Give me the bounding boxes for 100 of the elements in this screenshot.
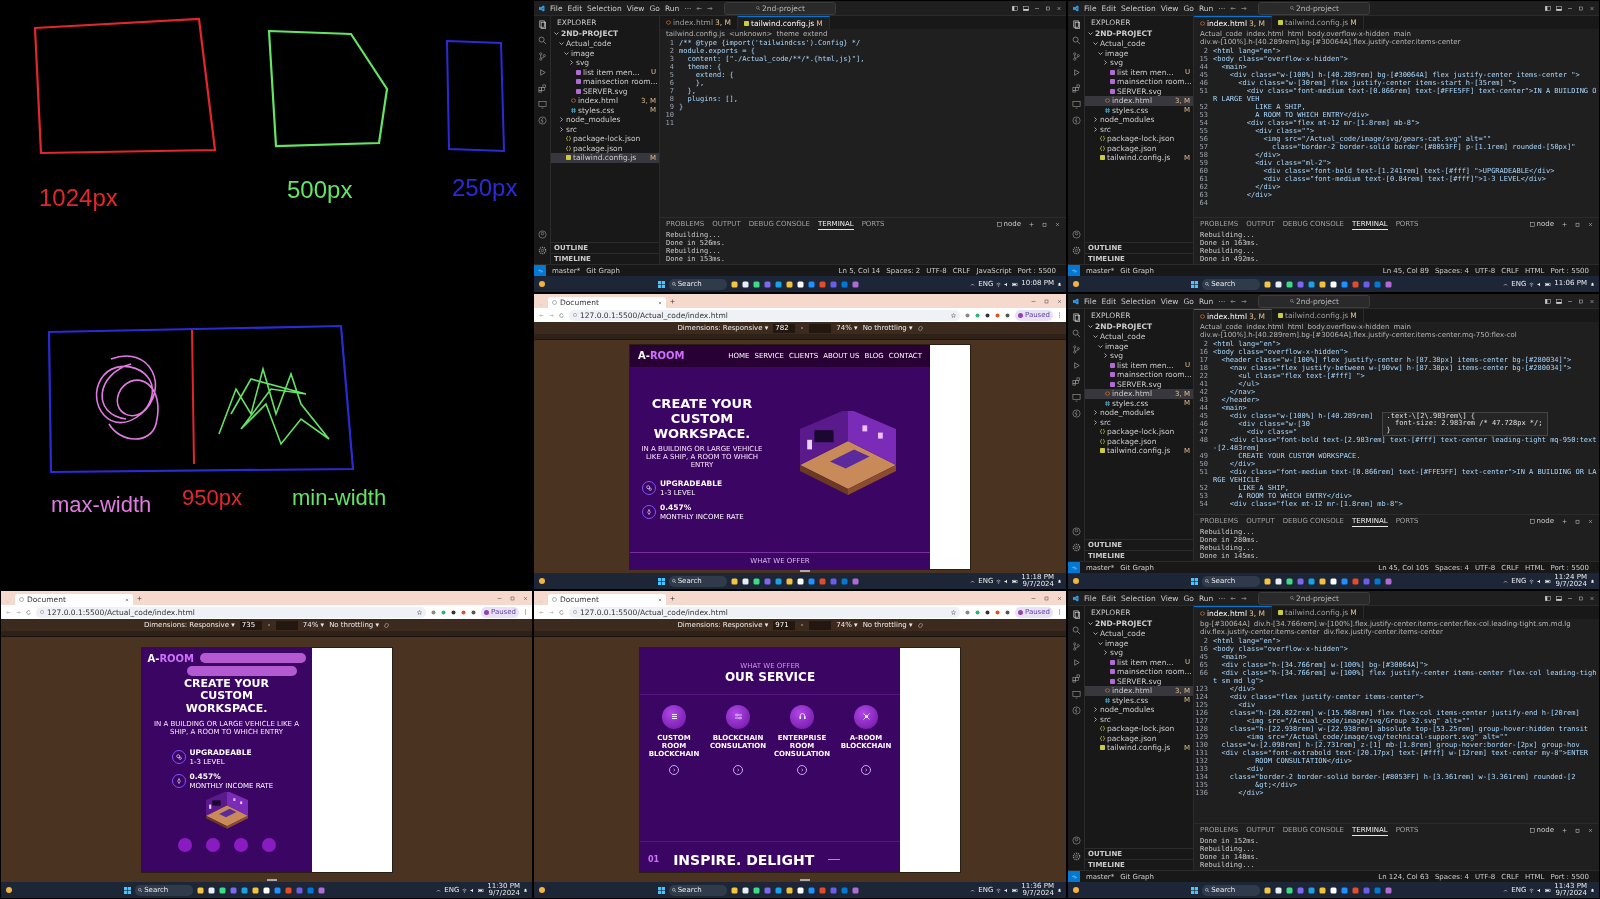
chevron-icon[interactable]	[1093, 334, 1098, 340]
minimize-icon[interactable]	[1567, 298, 1573, 304]
chevron-icon[interactable]	[1093, 707, 1098, 713]
new-tab-icon[interactable]	[137, 595, 142, 601]
bell-icon[interactable]	[1590, 281, 1595, 287]
windows-icon[interactable]	[1191, 577, 1199, 585]
chevron-up-icon[interactable]	[970, 281, 976, 287]
chevron-icon[interactable]	[564, 50, 569, 56]
chevron-icon[interactable]	[1103, 60, 1108, 66]
chevron-up-icon[interactable]	[970, 578, 976, 584]
search-icon[interactable]	[1071, 329, 1081, 338]
chevron-icon[interactable]	[1088, 621, 1093, 626]
chevron-icon[interactable]	[1098, 343, 1103, 349]
height-field[interactable]	[275, 620, 298, 630]
resize-handle[interactable]	[266, 879, 277, 881]
forward-arrow-icon[interactable]	[1241, 5, 1248, 11]
lightning-icon[interactable]	[1071, 706, 1081, 715]
close-icon[interactable]	[523, 595, 528, 601]
layout-icon[interactable]	[1012, 5, 1018, 11]
source-control-icon[interactable]	[1071, 345, 1081, 354]
star-icon[interactable]	[950, 609, 956, 615]
chevron-icon[interactable]	[559, 126, 564, 132]
chevron-up-icon[interactable]	[436, 887, 442, 893]
bell-icon[interactable]	[1057, 281, 1062, 287]
monitor-icon[interactable]	[1071, 393, 1081, 402]
bell-icon[interactable]	[1590, 578, 1595, 584]
extensions-icon[interactable]	[1071, 84, 1081, 93]
forward-arrow-icon[interactable]	[707, 5, 714, 11]
new-tab-icon[interactable]	[670, 298, 675, 304]
trash-icon[interactable]	[1042, 221, 1047, 227]
resize-handle[interactable]	[800, 879, 810, 881]
account-icon[interactable]	[1071, 836, 1081, 845]
height-field[interactable]	[809, 323, 832, 333]
account-icon[interactable]	[1071, 527, 1081, 536]
chevron-icon[interactable]	[1093, 117, 1098, 123]
chevron-icon[interactable]	[1093, 126, 1098, 132]
bell-icon[interactable]	[1057, 887, 1062, 893]
settings-icon[interactable]	[537, 246, 547, 255]
chevron-up-icon[interactable]	[1503, 578, 1509, 584]
trash-icon[interactable]	[1575, 827, 1580, 833]
trash-icon[interactable]	[1575, 518, 1580, 524]
bell-icon[interactable]	[523, 887, 528, 893]
windows-icon[interactable]	[657, 280, 665, 288]
files-icon[interactable]	[537, 20, 547, 29]
rotate-icon[interactable]	[917, 622, 923, 628]
monitor-icon[interactable]	[1071, 100, 1081, 109]
source-control-icon[interactable]	[1071, 52, 1081, 61]
windows-icon[interactable]	[124, 886, 132, 894]
minimize-icon[interactable]	[1034, 5, 1040, 11]
close-icon[interactable]	[1057, 595, 1062, 601]
account-icon[interactable]	[537, 230, 547, 239]
files-icon[interactable]	[1071, 313, 1081, 322]
forward-arrow-icon[interactable]	[1241, 595, 1248, 601]
chevron-icon[interactable]	[1093, 41, 1098, 47]
back-arrow-icon[interactable]	[1230, 595, 1237, 601]
account-icon[interactable]	[1071, 230, 1081, 239]
chevron-icon[interactable]	[569, 60, 574, 66]
monitor-icon[interactable]	[1071, 690, 1081, 699]
height-field[interactable]	[809, 620, 832, 630]
search-icon[interactable]	[1071, 626, 1081, 635]
chevron-icon[interactable]	[1103, 650, 1108, 656]
new-tab-icon[interactable]	[670, 595, 675, 601]
panel-icon[interactable]	[1556, 298, 1562, 304]
minimize-icon[interactable]	[1567, 595, 1573, 601]
plus-icon[interactable]	[1562, 518, 1567, 524]
windows-icon[interactable]	[1191, 886, 1199, 894]
chevron-up-icon[interactable]	[1503, 887, 1509, 893]
search-icon[interactable]	[537, 36, 547, 45]
monitor-icon[interactable]	[537, 100, 547, 109]
layout-icon[interactable]	[1545, 595, 1551, 601]
run-debug-icon[interactable]	[537, 68, 547, 77]
extensions-icon[interactable]	[1071, 377, 1081, 386]
chevron-icon[interactable]	[1103, 353, 1108, 359]
chevron-icon[interactable]	[559, 117, 564, 123]
run-debug-icon[interactable]	[1071, 361, 1081, 370]
rotate-icon[interactable]	[917, 325, 923, 331]
trash-icon[interactable]	[1575, 221, 1580, 227]
source-control-icon[interactable]	[1071, 642, 1081, 651]
settings-icon[interactable]	[1071, 852, 1081, 861]
minimize-icon[interactable]	[1031, 298, 1036, 304]
forward-arrow-icon[interactable]	[1241, 298, 1248, 304]
minimize-icon[interactable]	[497, 595, 502, 601]
chevron-icon[interactable]	[1093, 631, 1098, 637]
panel-icon[interactable]	[1556, 5, 1562, 11]
chevron-icon[interactable]	[1098, 50, 1103, 56]
plus-icon[interactable]	[1562, 827, 1567, 833]
files-icon[interactable]	[1071, 20, 1081, 29]
star-icon[interactable]	[950, 312, 956, 318]
resize-handle[interactable]	[800, 570, 810, 572]
chevron-icon[interactable]	[1088, 31, 1093, 36]
site-logo[interactable]: A-ROOM	[147, 652, 195, 664]
panel-icon[interactable]	[1556, 595, 1562, 601]
windows-icon[interactable]	[657, 886, 665, 894]
chevron-icon[interactable]	[1093, 410, 1098, 416]
files-icon[interactable]	[1071, 610, 1081, 619]
search-icon[interactable]	[1071, 36, 1081, 45]
run-debug-icon[interactable]	[1071, 68, 1081, 77]
chevron-icon[interactable]	[554, 31, 559, 36]
extensions-icon[interactable]	[537, 84, 547, 93]
panel-icon[interactable]	[1023, 5, 1029, 11]
